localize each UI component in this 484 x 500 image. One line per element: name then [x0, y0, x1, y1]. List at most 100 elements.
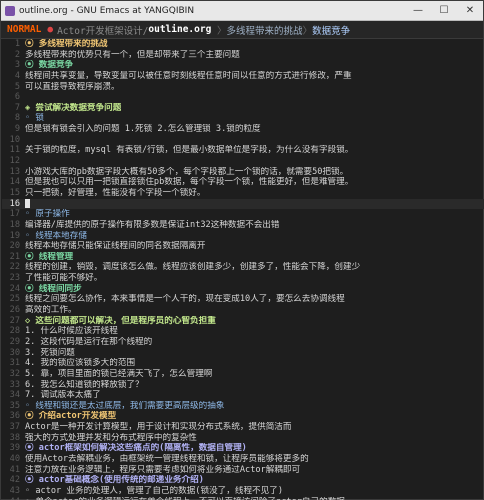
line-number: 44 [2, 497, 25, 500]
line-number: 20 [9, 241, 20, 252]
line-text: ◦ 线程本地存储 [25, 230, 87, 241]
line-text: 5. 靠，项目里面的锁已经满天飞了，怎么管理啊 [25, 368, 213, 379]
buffer-line[interactable]: 43 ◦ actor 业务的处理人，管理了自己的数据(锁没了，线程不见了) [2, 486, 484, 497]
line-number: 38 [9, 432, 20, 443]
line-number: 29 [9, 336, 20, 347]
buffer-line[interactable]: 30 3. 死锁问题 [2, 348, 484, 359]
buffer-line[interactable]: 18 编译器/库提供的原子操作有限多数是保证int32这种数据不会出错 [2, 220, 484, 231]
buffer-line[interactable]: 9 但是锁有锁会引入的问题 1.死锁 2.怎么管理锁 3.锁的粒度 [2, 124, 484, 135]
line-text: 编译器/库提供的原子操作有限多数是保证int32这种数据不会出错 [25, 219, 280, 230]
line-number: 35 [9, 400, 20, 411]
line-text: 只一把锁，好管理，性能没有个字段一个锁好。 [25, 187, 206, 198]
buffer-line[interactable]: 22 线程的创建，销毁，调度该怎么做。线程应该创建多少，创建多了，性能会下降，创建… [2, 262, 484, 273]
line-number: 16 [9, 198, 20, 209]
line-number: 43 [9, 485, 20, 496]
buffer-line[interactable]: 14 但是我也可以只用一把锁直接锁住pb数据，每个字段一个锁，性能更好，但是难管… [2, 177, 484, 188]
buffer-line[interactable]: 20 线程本地存储只能保证线程间的同名数据隔离开 [2, 241, 484, 252]
line-number: 23 [9, 273, 20, 284]
buffer-line[interactable]: 11 关于锁的粒度，mysql 有表锁/行锁，但是最小数据单位是字段，为什么没有… [2, 145, 484, 156]
buffer-line[interactable]: 5 可以直接导致程序崩溃。 [2, 82, 484, 93]
buffer-name[interactable]: outline.org [148, 24, 211, 35]
line-number: 10 [9, 134, 20, 145]
line-text: ◇ 这些问题都可以解决，但是程序员的心智负担重 [25, 315, 216, 326]
buffer-line[interactable]: 24 ⦿ 线程间同步 [2, 284, 484, 295]
emacs-window: outline.org - GNU Emacs at YANGQIBIN — ☐… [0, 0, 484, 500]
buffer-line[interactable]: 33 6. 我怎么知道锁的释放锁了？ [2, 380, 484, 391]
line-number: 28 [9, 326, 20, 337]
buffer-line[interactable]: 42 ⦿ actor基础概念(使用传统的邮递业务介绍) [2, 475, 484, 486]
buffer-line[interactable]: 38 强大的方式处理并发和分布式程序中的复杂性 [2, 433, 484, 444]
buffer-line[interactable]: 7 ◈ 尝试解决数据竞争问题 [2, 103, 484, 114]
line-text: ⦿ 介绍actor开发模型 [25, 411, 117, 422]
buffer-line[interactable]: 32 5. 靠，项目里面的锁已经满天飞了，怎么管理啊 [2, 369, 484, 380]
maximize-button[interactable]: ☐ [431, 1, 457, 20]
buffer-line[interactable]: 36 ⦿ 介绍actor开发模型 [2, 411, 484, 422]
line-number: 21 [9, 251, 20, 262]
buffer-line[interactable]: 1 ⦿ 多线程带来的挑战 [2, 39, 484, 50]
line-number: 2 [14, 49, 20, 60]
buffer-line[interactable]: 29 2. 这段代码是运行在那个线程的 [2, 337, 484, 348]
buffer-line[interactable]: 34 7. 调试版本太痛了 [2, 390, 484, 401]
line-number: 30 [9, 347, 20, 358]
line-text: ◈ 尝试解决数据竞争问题 [25, 102, 122, 113]
buffer-line[interactable]: 23 了性能可能不够好。 [2, 273, 484, 284]
line-number: 26 [9, 305, 20, 316]
line-text: ⦿ actor基础概念(使用传统的邮递业务介绍) [25, 475, 204, 486]
line-number: 9 [14, 124, 20, 135]
breadcrumb-item-current[interactable]: 数据竞争 [312, 23, 350, 37]
line-text: Actor是一种开发计算模型，用于设计和实现分布式系统，提供简洁而 [25, 422, 292, 433]
line-number: 32 [9, 368, 20, 379]
buffer-line[interactable]: 41 注意力放在业务逻辑上，程序只需要考虑如何将业务通过Actor解耦即可 [2, 465, 484, 476]
line-number: 1 [14, 39, 20, 49]
buffer-line[interactable]: 2 多线程带来的优势只有一个，但是却带来了三个主要问题 [2, 50, 484, 61]
line-text: ⦿ 线程管理 [25, 251, 74, 262]
line-number: 41 [9, 464, 20, 475]
evil-state-indicator: NORMAL [7, 24, 42, 35]
line-text: 多线程带来的优势只有一个，但是却带来了三个主要问题 [25, 49, 240, 60]
line-text: 4. 我的锁应该锁多大的范围 [25, 358, 136, 369]
buffer-line[interactable]: 27 ◇ 这些问题都可以解决，但是程序员的心智负担重 [2, 316, 484, 327]
breadcrumb-separator-icon: 〉 [211, 25, 227, 37]
buffer-line[interactable]: 26 高效的工作。 [2, 305, 484, 316]
modified-dot-icon: ● [47, 24, 54, 35]
line-text: ◦ 锁 [25, 113, 44, 124]
line-text: ◦ 单个actor的业务逻辑运行在单个线程上，不可以直接访问除了actor自己的… [25, 497, 345, 500]
buffer-line[interactable]: 44 ◦ 单个actor的业务逻辑运行在单个线程上，不可以直接访问除了actor… [2, 497, 484, 500]
buffer-line[interactable]: 4 线程间共享变量，导致变量可以被任意时刻线程任意时间以任意的方式进行修改，严重 [2, 71, 484, 82]
line-text: 高效的工作。 [25, 305, 77, 316]
buffer-line[interactable]: 39 ⦿ actor框架如何解决这些痛点的(隔离性，数据自管理) [2, 443, 484, 454]
breadcrumb-item[interactable]: 多线程带来的挑战 [227, 23, 303, 37]
line-number: 36 [9, 411, 20, 422]
window-title: outline.org - GNU Emacs at YANGQIBIN [19, 5, 195, 16]
line-text: 但是锁有锁会引入的问题 1.死锁 2.怎么管理锁 3.锁的粒度 [25, 124, 261, 135]
line-number: 25 [9, 294, 20, 305]
buffer-line[interactable]: 37 Actor是一种开发计算模型，用于设计和实现分布式系统，提供简洁而 [2, 422, 484, 433]
line-text: 线程间共享变量，导致变量可以被任意时刻线程任意时间以任意的方式进行修改，严重 [25, 70, 352, 81]
buffer-line[interactable]: 13 小游戏大库的pb数据字段大概有50多个，每个字段都上一个锁的话，就需要50… [2, 167, 484, 178]
line-number: 24 [9, 283, 20, 294]
buffer-line[interactable]: 8 ◦ 锁 [2, 113, 484, 124]
buffer-line[interactable]: 19 ◦ 线程本地存储 [2, 231, 484, 242]
close-button[interactable]: ✕ [457, 1, 483, 20]
line-text: ⦿ 多线程带来的挑战 [25, 39, 108, 49]
buffer-line[interactable]: 15 只一把锁，好管理，性能没有个字段一个锁好。 [2, 188, 484, 199]
line-number: 39 [9, 443, 20, 454]
buffer-line[interactable]: 16 [2, 198, 484, 210]
line-number: 7 [14, 102, 20, 113]
editor-buffer[interactable]: 1 ⦿ 多线程带来的挑战 2 多线程带来的优势只有一个，但是却带来了三个主要问题 3… [2, 39, 484, 500]
line-text: 使用Actor去解耦业务，由框架统一管理线程和锁，让程序员能够将更多的 [25, 453, 309, 464]
buffer-line[interactable]: 31 4. 我的锁应该锁多大的范围 [2, 358, 484, 369]
buffer-line[interactable]: 35 ◦ 线程和锁还是太过底层，我们需要更高层级的抽象 [2, 401, 484, 412]
buffer-line[interactable]: 12 [2, 156, 484, 167]
minimize-button[interactable]: — [405, 1, 431, 20]
buffer-line[interactable]: 28 1. 什么时候应该开线程 [2, 326, 484, 337]
buffer-line[interactable]: 10 [2, 135, 484, 146]
buffer-line[interactable]: 21 ⦿ 线程管理 [2, 252, 484, 263]
buffer-line[interactable]: 6 [2, 92, 484, 103]
line-number: 4 [14, 70, 20, 81]
buffer-line[interactable]: 25 线程之间要怎么协作，本来事情是一个人干的，现在变成10人了，要怎么去协调线程 [2, 294, 484, 305]
buffer-line[interactable]: 17 ◦ 原子操作 [2, 209, 484, 220]
buffer-line[interactable]: 40 使用Actor去解耦业务，由框架统一管理线程和锁，让程序员能够将更多的 [2, 454, 484, 465]
line-text: 小游戏大库的pb数据字段大概有50多个，每个字段都上一个锁的话，就需要50把锁。 [25, 166, 349, 177]
buffer-line[interactable]: 3 ⦿ 数据竞争 [2, 60, 484, 71]
